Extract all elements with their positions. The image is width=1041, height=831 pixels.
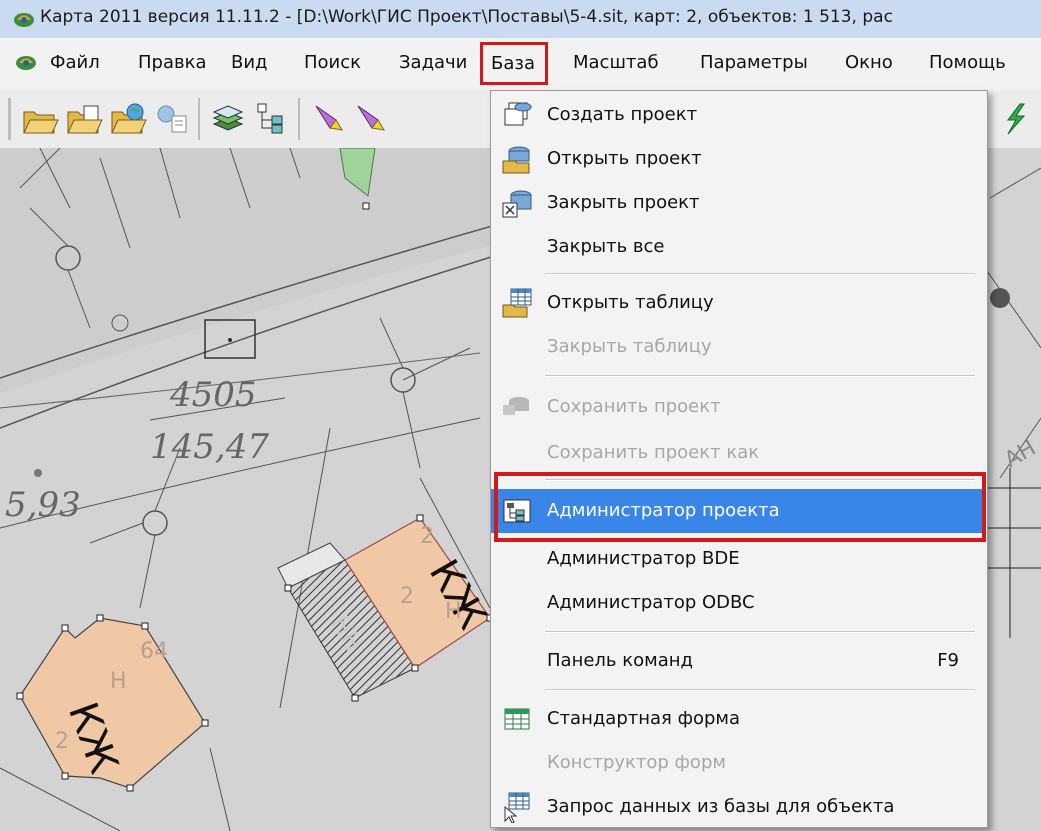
database-dropdown-menu: Создать проект Открыть проект Закрыть пр… (490, 90, 988, 828)
tree-icon[interactable] (252, 98, 292, 140)
highlight-pen2-icon[interactable] (350, 98, 390, 140)
menu-item-label: Открыть проект (547, 148, 702, 169)
menu-item-save-project: Сохранить проект (491, 385, 983, 429)
menu-item-close-table: Закрыть таблицу (491, 325, 983, 369)
layers-icon[interactable] (208, 98, 248, 140)
map-label-floors: 64 (140, 639, 168, 664)
menu-item-open-project[interactable]: Открыть проект (491, 137, 983, 181)
map-label-value: 5,93 (5, 485, 81, 525)
open-table-icon (502, 288, 532, 318)
menu-item-label: Закрыть таблицу (547, 336, 712, 357)
lightning-icon[interactable] (994, 98, 1034, 140)
map-label-parcel: 4505 (169, 375, 257, 415)
menu-help[interactable]: Помощь (929, 52, 1006, 73)
app-menu-icon[interactable] (14, 51, 38, 73)
menu-item-open-table[interactable]: Открыть таблицу (491, 281, 983, 325)
menu-bar: Файл Правка Вид Поиск Задачи База Масшта… (0, 38, 1041, 90)
highlight-pen-icon[interactable] (308, 98, 348, 140)
menu-file[interactable]: Файл (50, 52, 100, 73)
window-title: Карта 2011 версия 11.11.2 - [D:\Work\ГИС… (40, 7, 893, 27)
menu-item-label: Закрыть все (547, 236, 665, 257)
menu-item-shortcut: F9 (937, 650, 959, 671)
highlight-annotation (494, 472, 986, 542)
app-logo-icon (14, 13, 34, 27)
save-project-icon (503, 397, 529, 415)
standard-form-icon (504, 708, 530, 730)
menu-item-label: Открыть таблицу (547, 292, 714, 313)
menu-separator (545, 631, 975, 633)
menu-item-save-project-as: Сохранить проект как (491, 431, 983, 475)
map-label-area: 145,47 (150, 427, 269, 467)
menu-item-form-designer: Конструктор форм (491, 741, 983, 785)
menu-item-label: Стандартная форма (547, 708, 741, 729)
open-list-icon[interactable] (152, 98, 192, 140)
menu-tasks[interactable]: Задачи (399, 52, 467, 73)
map-label-n: Н (110, 669, 127, 694)
map-label-n-2: Н (445, 599, 462, 624)
map-label-index-3: 2 (400, 584, 414, 609)
open-map-icon[interactable] (64, 98, 104, 140)
menu-database[interactable]: База (480, 42, 548, 85)
query-data-icon (504, 792, 530, 823)
menu-scale[interactable]: Масштаб (573, 52, 659, 73)
menu-item-close-all[interactable]: Закрыть все (491, 225, 983, 269)
menu-search[interactable]: Поиск (304, 52, 361, 73)
menu-item-label: Администратор BDE (547, 548, 740, 569)
menu-edit[interactable]: Правка (138, 52, 207, 73)
open-folder-icon[interactable] (20, 98, 60, 140)
menu-item-label: Конструктор форм (547, 752, 726, 773)
toolbar-separator (298, 98, 300, 140)
title-bar: Карта 2011 версия 11.11.2 - [D:\Work\ГИС… (0, 0, 1041, 39)
menu-view[interactable]: Вид (231, 52, 268, 73)
menu-separator (545, 689, 975, 691)
close-project-icon (502, 190, 532, 218)
map-label-index: 2 (55, 729, 69, 754)
menu-item-label: Панель команд (547, 650, 693, 671)
menu-separator (545, 375, 975, 377)
menu-item-query-data[interactable]: Запрос данных из базы для объекта (491, 785, 983, 829)
map-label-index-2: 2 (420, 524, 434, 549)
menu-parameters[interactable]: Параметры (700, 52, 808, 73)
open-project-icon (502, 146, 530, 174)
menu-item-label: Сохранить проект (547, 396, 721, 417)
menu-item-label: Администратор ODBC (547, 592, 755, 613)
menu-window[interactable]: Окно (845, 52, 893, 73)
menu-separator (545, 273, 975, 275)
open-globe-icon[interactable] (108, 98, 148, 140)
menu-item-create-project[interactable]: Создать проект (491, 93, 983, 137)
menu-item-label: Закрыть проект (547, 192, 700, 213)
menu-item-close-project[interactable]: Закрыть проект (491, 181, 983, 225)
create-project-icon (504, 102, 532, 126)
menu-item-bde-admin[interactable]: Администратор BDE (491, 537, 983, 581)
menu-item-label: Создать проект (547, 104, 698, 125)
menu-item-label: Запрос данных из базы для объекта (547, 796, 895, 817)
toolbar-grip[interactable] (8, 98, 11, 140)
menu-item-label: Сохранить проект как (547, 442, 760, 463)
menu-item-command-panel[interactable]: Панель команд F9 (491, 639, 983, 683)
menu-item-standard-form[interactable]: Стандартная форма (491, 697, 983, 741)
menu-item-odbc-admin[interactable]: Администратор ODBC (491, 581, 983, 625)
toolbar-separator (198, 98, 200, 140)
